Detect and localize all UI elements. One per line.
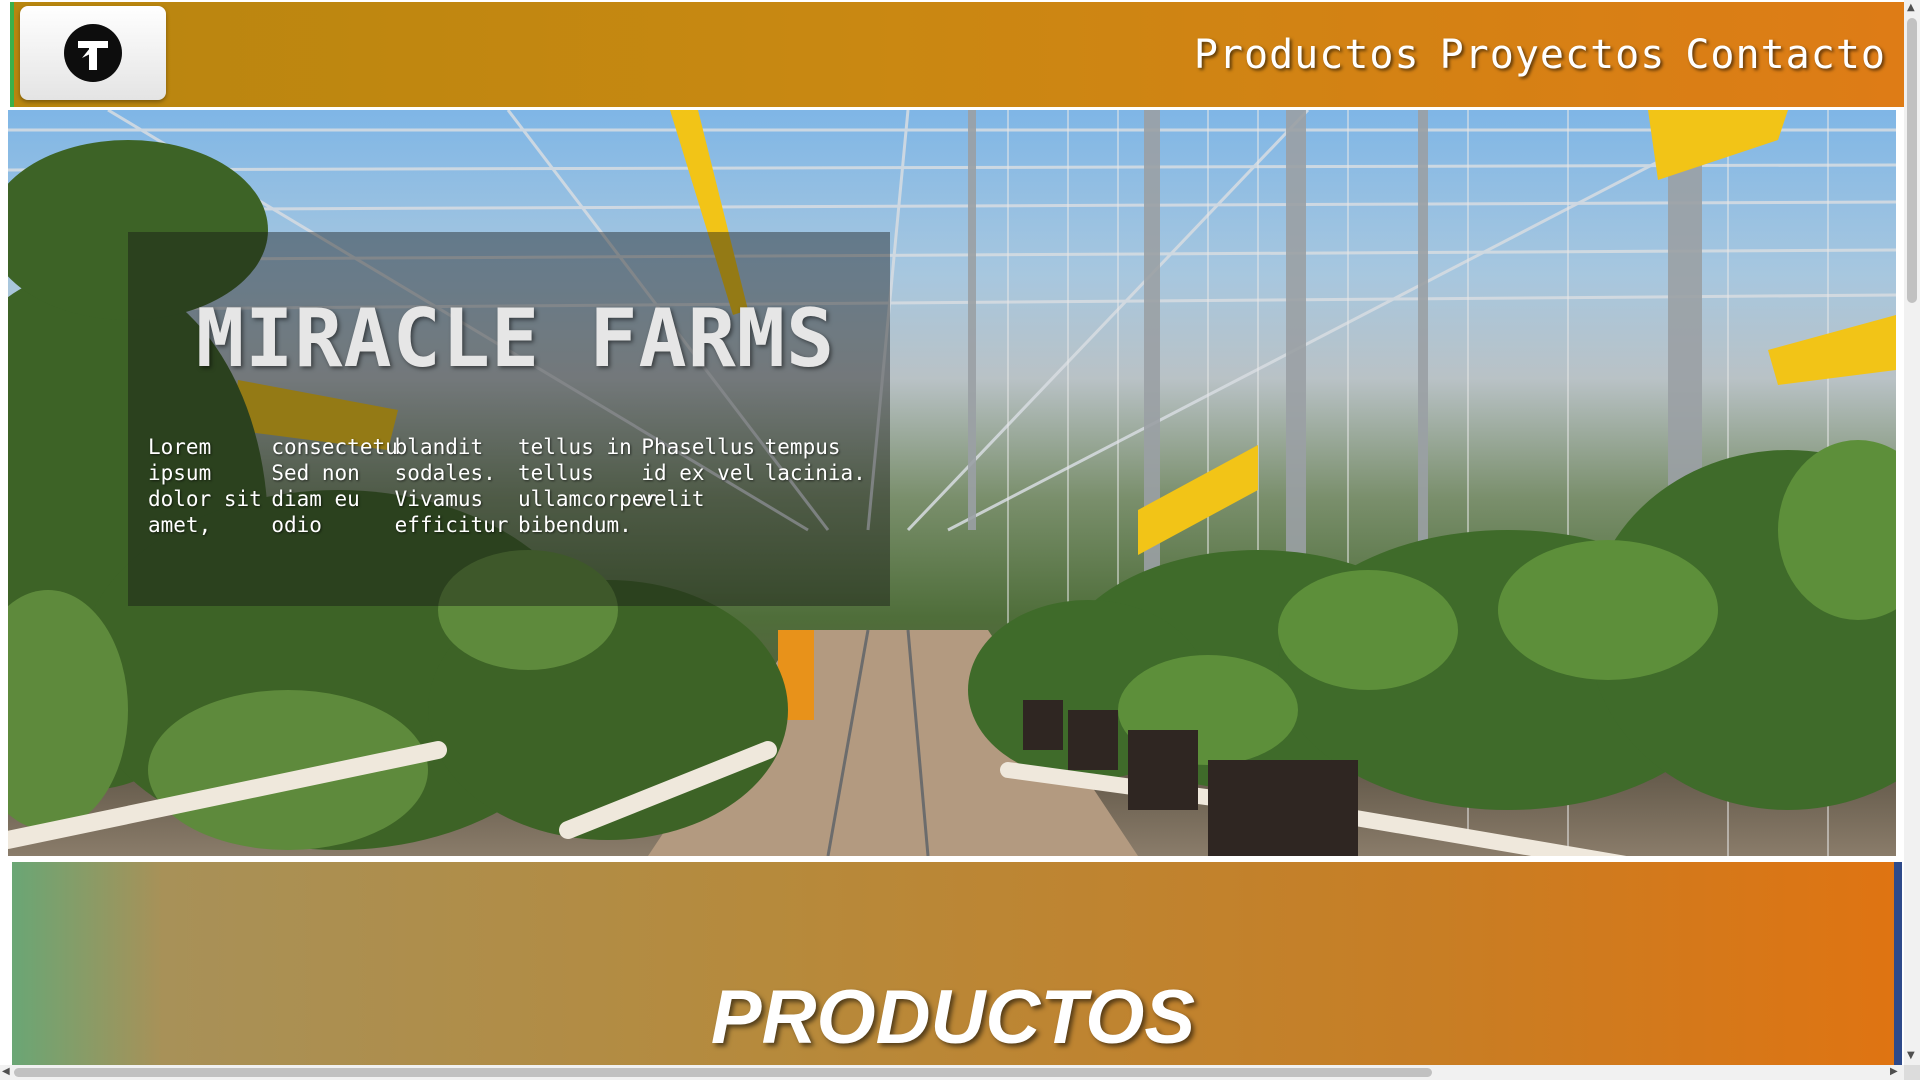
hero-title: MIRACLE FARMS — [196, 292, 836, 385]
hero-description: Lorem ipsum dolor sit amet, consectetu S… — [148, 435, 866, 537]
site-header: Productos Proyectos Contacto — [10, 2, 1904, 107]
logo-button[interactable] — [20, 6, 166, 100]
t-logo-icon — [64, 24, 122, 82]
vertical-scroll-thumb[interactable] — [1907, 18, 1917, 303]
horizontal-scroll-thumb[interactable] — [14, 1068, 1432, 1077]
nav-link-proyectos[interactable]: Proyectos — [1440, 32, 1666, 78]
hero-banner: MIRACLE FARMS Lorem ipsum dolor sit amet… — [8, 110, 1896, 856]
main-nav: Productos Proyectos Contacto — [1194, 32, 1886, 78]
products-heading: PRODUCTOS — [710, 975, 1196, 1060]
products-edge-accent — [1894, 862, 1902, 1067]
scroll-right-icon[interactable]: ▶ — [1890, 1066, 1898, 1077]
horizontal-scrollbar[interactable]: ◀ ▶ — [0, 1065, 1904, 1080]
vertical-scrollbar[interactable]: ▲ ▼ — [1904, 0, 1920, 1065]
scroll-up-icon[interactable]: ▲ — [1907, 2, 1915, 13]
nav-link-contacto[interactable]: Contacto — [1685, 32, 1886, 78]
nav-link-productos[interactable]: Productos — [1194, 32, 1420, 78]
scroll-down-icon[interactable]: ▼ — [1907, 1050, 1915, 1061]
products-section: PRODUCTOS — [12, 862, 1894, 1067]
scroll-left-icon[interactable]: ◀ — [2, 1066, 10, 1077]
hero-overlay-panel: MIRACLE FARMS Lorem ipsum dolor sit amet… — [128, 232, 890, 606]
scrollbar-corner — [1904, 1065, 1920, 1080]
